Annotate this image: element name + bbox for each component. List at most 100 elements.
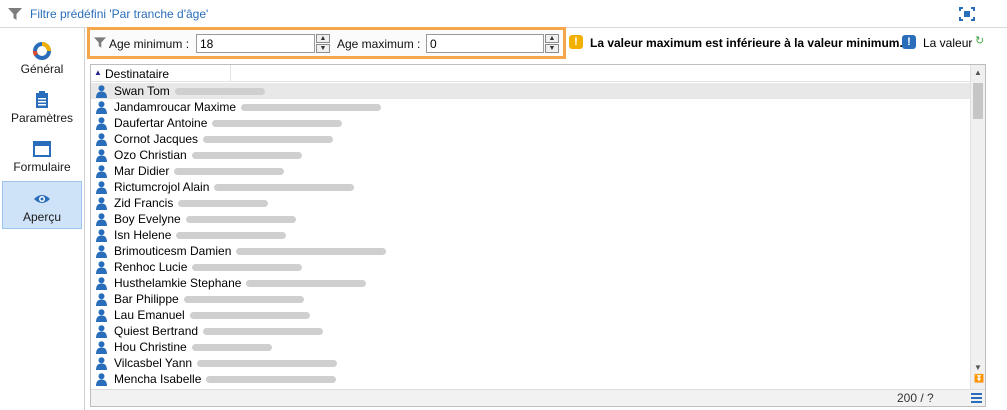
recipient-name: Swan Tom <box>114 83 265 99</box>
table-row[interactable]: Brimouticesm Damien <box>91 243 971 259</box>
scroll-end-icon[interactable]: ⏬ <box>974 374 984 383</box>
sidebar-item-general[interactable]: Général <box>2 34 82 82</box>
table-row[interactable]: Swan Tom <box>91 83 971 99</box>
sidebar-item-parameters[interactable]: Paramètres <box>2 83 82 131</box>
recipient-email-redacted <box>183 296 304 304</box>
person-icon <box>96 293 107 306</box>
recipient-name: Bar Philippe <box>114 291 304 307</box>
recipient-name-text: Daufertar Antoine <box>114 116 208 130</box>
clipboard-icon <box>36 91 48 108</box>
age-min-label: Age minimum : <box>109 37 190 51</box>
warning-icon: ! <box>569 35 583 49</box>
table-row[interactable]: Rictumcrojol Alain <box>91 179 971 195</box>
recipient-email-redacted <box>176 232 287 240</box>
sidebar-item-label: Général <box>20 62 64 76</box>
person-icon <box>96 373 107 386</box>
table-row[interactable]: Ozo Christian <box>91 147 971 163</box>
warning-message: La valeur maximum est inférieure à la va… <box>590 36 903 50</box>
recipient-name-text: Zid Francis <box>114 196 174 210</box>
sort-ascending-icon[interactable]: ▲ <box>94 68 102 77</box>
age-max-spinner[interactable]: ▲ ▼ <box>545 34 559 53</box>
recipient-name-text: Ozo Christian <box>114 148 187 162</box>
table-row[interactable]: Zid Francis <box>91 195 971 211</box>
recipient-email-redacted <box>236 248 387 256</box>
person-icon <box>96 341 107 354</box>
recipient-name-text: Cornot Jacques <box>114 132 199 146</box>
recipient-name: Renhoc Lucie <box>114 259 303 275</box>
title-bar: Filtre prédéfini 'Par tranche d'âge' <box>0 0 1007 28</box>
recipient-email-redacted <box>174 88 265 96</box>
eye-icon <box>34 195 50 203</box>
recipient-name: Isn Helene <box>114 227 287 243</box>
sidebar-item-label: Aperçu <box>22 210 62 224</box>
sidebar-item-label: Paramètres <box>10 111 74 125</box>
person-icon <box>96 117 107 130</box>
recipient-name: Jandamroucar Maxime <box>114 99 382 115</box>
recipient-list[interactable]: ▲ Destinataire Swan Tom Jandamroucar Maxi… <box>90 64 986 407</box>
table-row[interactable]: Cornot Jacques <box>91 131 971 147</box>
spin-down-icon[interactable]: ▼ <box>316 44 330 53</box>
sidebar-item-form[interactable]: Formulaire <box>2 132 82 180</box>
column-header-recipient[interactable]: Destinataire <box>105 67 169 81</box>
refresh-icon[interactable]: ↻ <box>975 34 984 47</box>
sidebar: Général Paramètres Formulaire Aperçu <box>0 28 85 410</box>
table-row[interactable]: Quiest Bertrand <box>91 323 971 339</box>
recipient-name: Mar Didier <box>114 163 285 179</box>
table-row[interactable]: Isn Helene <box>91 227 971 243</box>
recipient-name: Daufertar Antoine <box>114 115 343 131</box>
person-icon <box>96 165 107 178</box>
recipient-name-text: Brimouticesm Damien <box>114 244 232 258</box>
recipient-email-redacted <box>189 312 310 320</box>
age-min-spinner[interactable]: ▲ ▼ <box>316 34 330 53</box>
age-max-input[interactable] <box>426 34 544 53</box>
table-row[interactable]: Husthelamkie Stephane <box>91 275 971 291</box>
recipient-name-text: Boy Evelyne <box>114 212 181 226</box>
recipient-name-text: Quiest Bertrand <box>114 324 199 338</box>
spin-down-icon[interactable]: ▼ <box>545 44 559 53</box>
person-icon <box>96 357 107 370</box>
recipient-name: Cornot Jacques <box>114 131 334 147</box>
recipient-name-text: Vilcasbel Yann <box>114 356 193 370</box>
recipient-name-text: Mencha Isabelle <box>114 372 202 386</box>
age-min-input[interactable] <box>196 34 315 53</box>
person-icon <box>96 309 107 322</box>
table-row[interactable]: Mar Didier <box>91 163 971 179</box>
table-row[interactable]: Mencha Isabelle <box>91 371 971 387</box>
list-header[interactable]: ▲ Destinataire <box>91 65 971 82</box>
scroll-thumb[interactable] <box>973 83 983 119</box>
recipient-name: Husthelamkie Stephane <box>114 275 367 291</box>
recipient-email-redacted <box>191 152 302 160</box>
column-divider[interactable] <box>230 65 231 82</box>
scroll-down-icon[interactable]: ▼ <box>974 363 982 372</box>
list-status-bar: 200 / ? <box>91 389 985 406</box>
recipient-email-redacted <box>246 280 367 288</box>
table-row[interactable]: Boy Evelyne <box>91 211 971 227</box>
spin-up-icon[interactable]: ▲ <box>545 34 559 43</box>
table-row[interactable]: Bar Philippe <box>91 291 971 307</box>
list-menu-icon[interactable] <box>971 393 982 403</box>
table-row[interactable]: Vilcasbel Yann <box>91 355 971 371</box>
scroll-up-icon[interactable]: ▲ <box>974 68 982 77</box>
fit-screen-icon[interactable] <box>959 7 975 21</box>
filter-icon <box>8 8 22 20</box>
person-icon <box>96 325 107 338</box>
table-row[interactable]: Hou Christine <box>91 339 971 355</box>
table-row[interactable]: Daufertar Antoine <box>91 115 971 131</box>
recipient-email-redacted <box>191 344 272 352</box>
sidebar-item-preview[interactable]: Aperçu <box>2 181 82 229</box>
person-icon <box>96 149 107 162</box>
recipient-name: Brimouticesm Damien <box>114 243 387 259</box>
table-row[interactable]: Jandamroucar Maxime <box>91 99 971 115</box>
vertical-scrollbar[interactable]: ▲ ▼ ⏬ <box>970 65 985 390</box>
person-icon <box>96 85 107 98</box>
recipient-name: Mencha Isabelle <box>114 371 337 387</box>
info-icon: ! <box>902 35 916 49</box>
recipient-name: Boy Evelyne <box>114 211 296 227</box>
table-row[interactable]: Lau Emanuel <box>91 307 971 323</box>
table-row[interactable]: Renhoc Lucie <box>91 259 971 275</box>
recipient-email-redacted <box>178 200 269 208</box>
recipient-name-text: Jandamroucar Maxime <box>114 100 237 114</box>
recipient-email-redacted <box>203 136 334 144</box>
recipient-name-text: Bar Philippe <box>114 292 179 306</box>
spin-up-icon[interactable]: ▲ <box>316 34 330 43</box>
